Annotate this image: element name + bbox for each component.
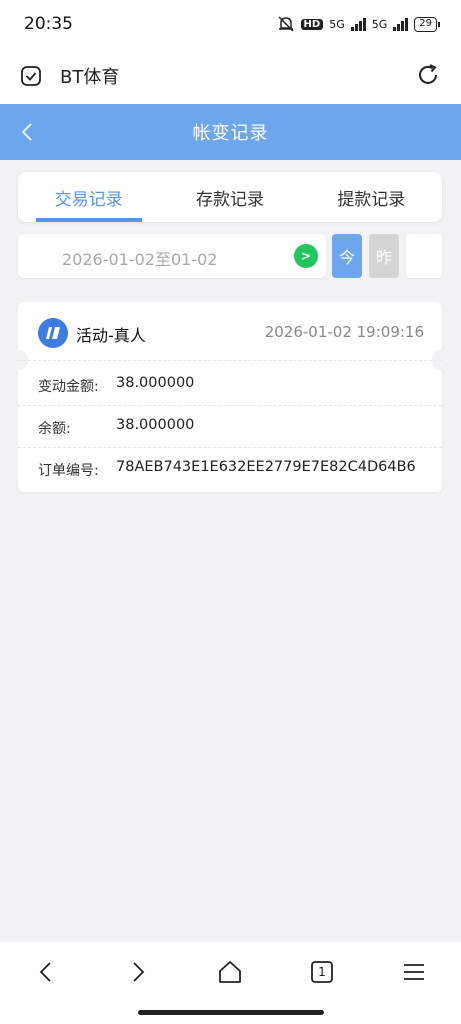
network-label-2: 5G [371,17,388,31]
tabs-icon[interactable]: 1 [308,958,336,986]
date-filter-row: 2026-01-02至01-02 > 今 昨 [18,234,442,278]
shield-check-icon[interactable] [20,65,42,87]
divider [18,360,442,361]
balance-label: 余额: [38,421,71,437]
date-range-text: 2026-01-02至01-02 [62,250,218,269]
record-tabs: 交易记录 存款记录 提款记录 [18,172,442,222]
nav-header: 帐变记录 [0,104,461,160]
record-row-amount: 变动金额: 38.000000 [18,364,442,406]
back-icon[interactable] [32,958,60,986]
back-arrow-icon[interactable] [16,120,40,144]
forward-icon[interactable] [124,958,152,986]
mute-bell-icon [278,16,294,32]
status-icons: HD 5G 5G 29 [277,15,440,33]
tab-transactions[interactable]: 交易记录 [18,172,159,222]
home-indicator[interactable] [138,1010,324,1015]
order-label: 订单编号: [38,463,99,479]
signal-icon-2 [393,17,409,31]
reload-icon[interactable] [415,62,441,88]
more-button[interactable] [406,234,442,278]
network-label-1: 5G [329,17,345,31]
yesterday-button[interactable]: 昨 [369,234,399,278]
status-bar: 20:35 HD 5G 5G 29 [0,0,461,48]
balance-value: 38.000000 [116,417,195,433]
home-icon[interactable] [216,958,244,986]
site-title: BT体育 [60,67,120,88]
record-row-balance: 余额: 38.000000 [18,406,442,448]
order-value: 78AEB743E1E632EE2779E7E82C4D64B6 [116,459,416,475]
record-time: 2026-01-02 19:09:16 [264,323,424,341]
today-button[interactable]: 今 [332,234,362,278]
page-title: 帐变记录 [192,123,269,144]
tab-deposits[interactable]: 存款记录 [159,172,300,222]
date-go-button[interactable]: > [294,244,318,268]
record-row-order: 订单编号: 78AEB743E1E632EE2779E7E82C4D64B6 [18,448,442,490]
record-card[interactable]: 活动-真人 2026-01-02 19:09:16 变动金额: 38.00000… [8,302,452,492]
amount-value: 38.000000 [116,375,195,391]
hd-badge: HD [300,18,324,30]
tab-withdrawals[interactable]: 提款记录 [301,172,442,222]
record-category: 活动-真人 [76,326,146,345]
amount-label: 变动金额: [38,379,99,395]
signal-icon [350,17,366,31]
record-card-header: 活动-真人 2026-01-02 19:09:16 [18,302,442,360]
live-casino-icon [38,318,68,348]
menu-icon[interactable] [400,958,428,986]
bottom-nav: 1 [0,942,461,1024]
browser-bar: BT体育 [0,48,461,104]
date-range-field[interactable]: 2026-01-02至01-02 > [18,234,326,278]
status-time: 20:35 [24,14,73,34]
battery-icon: 29 [414,16,440,32]
tab-count: 1 [318,965,326,979]
